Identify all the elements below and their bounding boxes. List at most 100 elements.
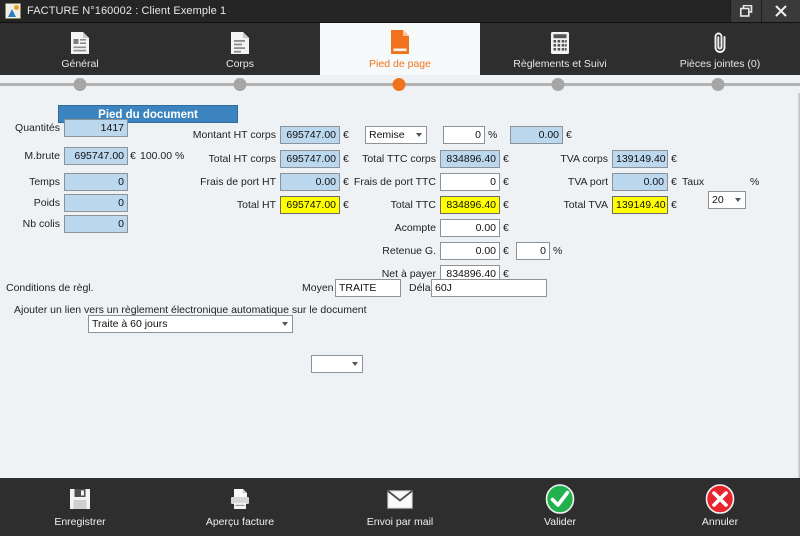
field-temps[interactable]: 0 — [64, 173, 128, 191]
footer-form: Pied du document Quantités 1417 M.brute … — [0, 93, 800, 478]
chevron-down-icon — [352, 362, 359, 366]
label-tva-corps: TVA corps — [560, 153, 608, 165]
step-rail — [0, 75, 800, 93]
label-lien-reglement-electronique: Ajouter un lien vers un règlement électr… — [14, 304, 367, 316]
field-frais-de-port-ht[interactable]: 0.00 — [280, 173, 340, 191]
tab-pieces-jointes[interactable]: Pièces jointes (0) — [640, 23, 800, 75]
restore-icon — [739, 5, 753, 17]
tab-pied-de-page[interactable]: Pied de page — [320, 23, 480, 75]
chevron-down-icon — [416, 133, 423, 137]
remise-select[interactable]: Remise — [365, 126, 427, 144]
tab-corps[interactable]: Corps — [160, 23, 320, 75]
label-conditions-de-regl: Conditions de règl. — [6, 282, 94, 294]
label-total-ht-corps: Total HT corps — [208, 153, 277, 165]
document-general-icon — [69, 29, 91, 55]
envoi-par-mail-button[interactable]: Envoi par mail — [320, 478, 480, 536]
field-m-brute[interactable]: 695747.00 — [64, 147, 128, 165]
valider-button[interactable]: Valider — [480, 478, 640, 536]
label-poids: Poids — [33, 197, 60, 209]
label-retenue-g: Retenue G. — [382, 245, 436, 257]
unit-taux: % — [750, 176, 760, 188]
chevron-down-icon — [282, 322, 289, 326]
field-poids[interactable]: 0 — [64, 194, 128, 212]
tab-label: Général — [61, 57, 99, 70]
invoice-window: FACTURE N°160002 : Client Exemple 1 Géné… — [0, 0, 800, 536]
close-button[interactable] — [761, 0, 800, 22]
remise-amount-field[interactable]: 0.00 — [510, 126, 563, 144]
field-total-tva[interactable]: 139149.40 — [612, 196, 668, 214]
tab-strip: Général Corps Pied de page Règlements et… — [0, 23, 800, 75]
field-quantites[interactable]: 1417 — [64, 119, 128, 137]
label-nb-colis: Nb colis — [22, 218, 60, 230]
unit-total-ttc: € — [503, 199, 509, 211]
label-total-ttc-corps: Total TTC corps — [362, 153, 436, 165]
unit-acompte: € — [503, 222, 509, 234]
conditions-select-value: Traite à 60 jours — [92, 318, 168, 330]
field-tva-corps[interactable]: 139149.40 — [612, 150, 668, 168]
lien-reglement-select[interactable] — [311, 355, 363, 373]
title-bar: FACTURE N°160002 : Client Exemple 1 — [0, 0, 800, 23]
toolbar-label: Aperçu facture — [205, 516, 275, 528]
step-dot-general[interactable] — [73, 78, 87, 91]
taux-select[interactable]: 20 — [708, 191, 746, 209]
field-delai[interactable]: 60J — [431, 279, 547, 297]
unit-total-tva: € — [671, 199, 677, 211]
unit-total-ttc-corps: € — [503, 153, 509, 165]
field-tva-port[interactable]: 0.00 — [612, 173, 668, 191]
tab-reglements-et-suivi[interactable]: Règlements et Suivi — [480, 23, 640, 75]
step-dot-corps[interactable] — [233, 78, 247, 91]
step-dot-reglements[interactable] — [551, 78, 565, 91]
document-footer-icon — [389, 29, 411, 55]
label-delai: Délai — [409, 282, 433, 294]
calculator-icon — [550, 29, 570, 55]
tab-general[interactable]: Général — [0, 23, 160, 75]
paperclip-icon — [709, 29, 731, 55]
chevron-down-icon — [735, 198, 742, 202]
toolbar-label: Envoi par mail — [366, 516, 434, 528]
print-preview-icon — [228, 486, 252, 512]
unit-frais-de-port-ttc: € — [503, 176, 509, 188]
unit-tva-port: € — [671, 176, 677, 188]
field-retenue-g[interactable]: 0.00 — [440, 242, 500, 260]
taux-select-value: 20 — [712, 194, 724, 206]
mail-icon — [387, 486, 413, 512]
field-montant-ht-corps[interactable]: 695747.00 — [280, 126, 340, 144]
label-frais-de-port-ttc: Frais de port TTC — [353, 176, 436, 188]
remise-percent-field[interactable]: 0 — [443, 126, 485, 144]
label-temps: Temps — [29, 176, 60, 188]
step-dot-pieces-jointes[interactable] — [711, 78, 725, 91]
field-frais-de-port-ttc[interactable]: 0 — [440, 173, 500, 191]
label-quantites: Quantités — [15, 122, 60, 134]
remise-select-value: Remise — [369, 129, 405, 141]
label-total-ht: Total HT — [236, 199, 276, 211]
step-dot-pied-de-page[interactable] — [392, 78, 406, 91]
tab-label: Corps — [225, 57, 254, 70]
save-icon — [69, 486, 91, 512]
apercu-facture-button[interactable]: Aperçu facture — [160, 478, 320, 536]
label-acompte: Acompte — [394, 222, 436, 234]
label-moyen: Moyen — [302, 282, 334, 294]
field-total-ht-corps[interactable]: 695747.00 — [280, 150, 340, 168]
toolbar-label: Enregistrer — [54, 516, 106, 528]
field-total-ttc-corps[interactable]: 834896.40 — [440, 150, 500, 168]
field-acompte[interactable]: 0.00 — [440, 219, 500, 237]
field-retenue-g-percent[interactable]: 0 — [516, 242, 550, 260]
field-total-ht[interactable]: 695747.00 — [280, 196, 340, 214]
action-toolbar: Enregistrer Aperçu facture Envoi par mai… — [0, 478, 800, 536]
unit-montant-ht-corps: € — [343, 129, 349, 141]
unit-retenue-g-percent: % — [553, 245, 563, 257]
remise-percent-unit: % — [488, 129, 498, 141]
unit-retenue-g: € — [503, 245, 509, 257]
enregistrer-button[interactable]: Enregistrer — [0, 478, 160, 536]
annuler-button[interactable]: Annuler — [640, 478, 800, 536]
tab-label: Règlements et Suivi — [513, 57, 607, 70]
label-tva-port: TVA port — [567, 176, 608, 188]
window-controls — [730, 0, 800, 22]
restore-button[interactable] — [730, 0, 761, 22]
field-total-ttc[interactable]: 834896.40 — [440, 196, 500, 214]
field-nb-colis[interactable]: 0 — [64, 215, 128, 233]
unit-m-brute: € — [130, 150, 136, 162]
tab-label: Pièces jointes (0) — [679, 57, 761, 70]
app-icon — [5, 3, 21, 19]
field-moyen[interactable]: TRAITE — [335, 279, 401, 297]
